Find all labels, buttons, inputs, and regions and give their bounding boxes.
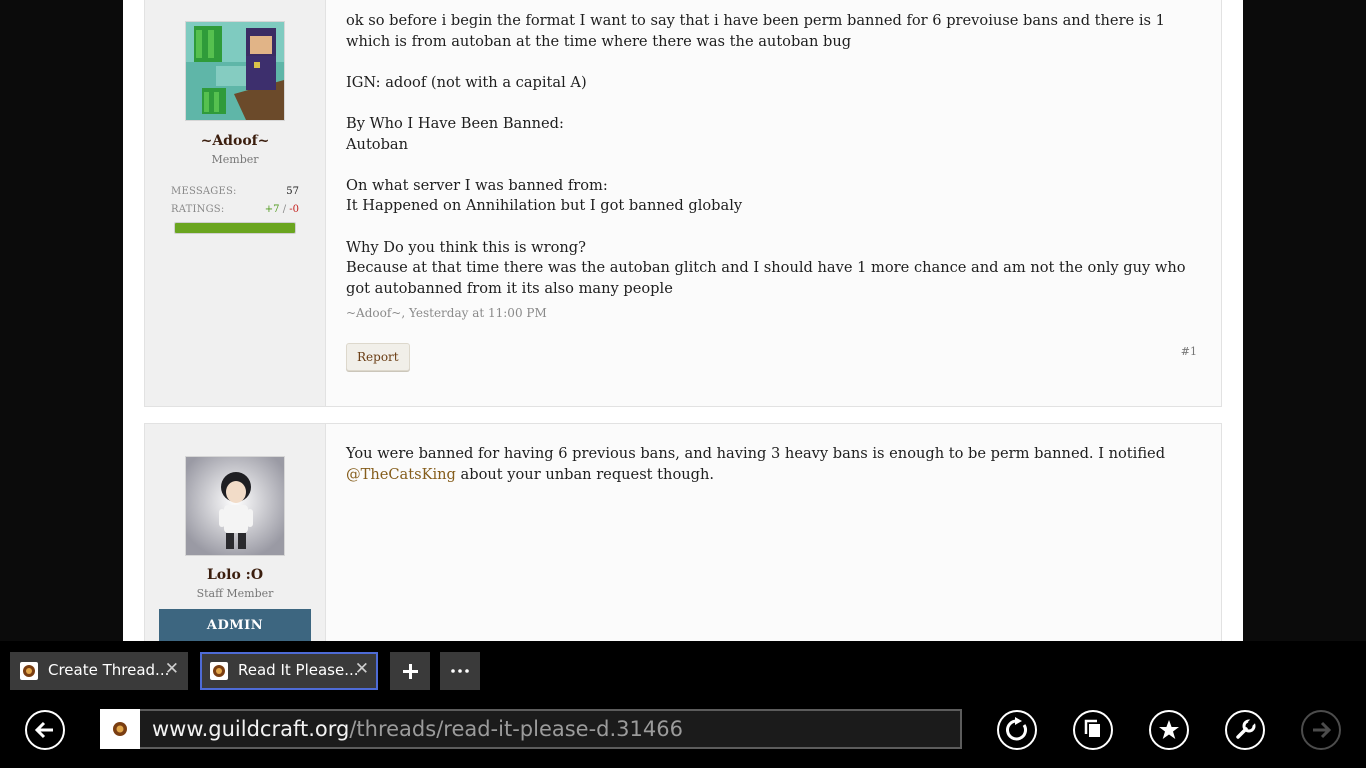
post-1-username[interactable]: ~Adoof~ xyxy=(145,133,325,149)
ratings-value: +7 / -0 xyxy=(265,204,299,215)
post-2-text-after: about your unban request though. xyxy=(455,465,715,483)
post-2-usertitle: Staff Member xyxy=(196,587,274,600)
post-1-line-reason-label: Why Do you think this is wrong? xyxy=(346,238,586,256)
more-tabs-button[interactable] xyxy=(440,652,480,690)
post-1-line-intro: ok so before i begin the format I want t… xyxy=(346,12,1165,50)
site-favicon-icon xyxy=(20,662,38,680)
back-button[interactable] xyxy=(25,710,65,750)
forward-button[interactable] xyxy=(1301,710,1341,750)
avatar-lolo[interactable] xyxy=(185,456,285,556)
tab-title: Read It Please... xyxy=(238,661,359,679)
post-1-line-banned-by: Autoban xyxy=(346,135,409,153)
ratings-negative: -0 xyxy=(289,204,299,215)
refresh-icon xyxy=(1006,717,1027,741)
admin-banner: ADMIN xyxy=(159,609,311,641)
ratings-label: RATINGS: xyxy=(171,204,225,215)
favorite-icon xyxy=(1159,720,1179,739)
avatar-adoof[interactable] xyxy=(185,21,285,121)
rating-bar-fill xyxy=(175,223,295,233)
rating-bar xyxy=(174,222,296,234)
ratings-separator: / xyxy=(279,204,290,215)
tab-create-thread[interactable]: Create Thread... ✕ xyxy=(10,652,188,690)
ellipsis-icon xyxy=(451,669,469,673)
post-2-username[interactable]: Lolo :O xyxy=(145,567,325,583)
address-bar[interactable]: www.guildcraft.org/threads/read-it-pleas… xyxy=(100,709,962,749)
post-2-text-before: You were banned for having 6 previous ba… xyxy=(346,445,1166,462)
browser-chrome: Create Thread... ✕ Read It Please... ✕ w… xyxy=(0,641,1366,768)
ratings-positive: +7 xyxy=(264,204,280,215)
tab-title: Create Thread... xyxy=(48,661,170,679)
post-1: ~Adoof~ Member MESSAGES: 57 RATINGS: +7 … xyxy=(144,0,1222,407)
tools-button[interactable] xyxy=(1225,710,1265,750)
plus-icon xyxy=(403,664,418,679)
post-1-line-banned-by-label: By Who I Have Been Banned: xyxy=(346,114,564,132)
post-1-meta[interactable]: ~Adoof~, Yesterday at 11:00 PM xyxy=(346,306,547,320)
post-1-usertitle: Member xyxy=(211,153,259,166)
new-tab-button[interactable] xyxy=(390,652,430,690)
post-1-line-server-label: On what server I was banned from: xyxy=(346,176,608,194)
post-1-userinfo: ~Adoof~ Member MESSAGES: 57 RATINGS: +7 … xyxy=(145,0,326,406)
post-2-userinfo: Lolo :O Staff Member ADMIN xyxy=(145,424,326,641)
post-1-line-server: It Happened on Annihilation but I got ba… xyxy=(346,197,743,215)
favorites-button[interactable] xyxy=(1149,710,1189,750)
report-button[interactable]: Report xyxy=(346,343,410,371)
tools-icon xyxy=(1236,717,1257,739)
tab-read-it-please[interactable]: Read It Please... ✕ xyxy=(200,652,378,690)
tabs-button[interactable] xyxy=(1073,710,1113,750)
messages-label: MESSAGES: xyxy=(171,186,237,197)
site-favicon-icon xyxy=(210,662,228,680)
post-2: Lolo :O Staff Member ADMIN You were bann… xyxy=(144,423,1222,641)
url-domain: www.guildcraft.org xyxy=(152,717,350,741)
post-1-line-ign: IGN: adoof (not with a capital A) xyxy=(346,73,587,91)
post-1-message: ok so before i begin the format I want t… xyxy=(346,11,1201,299)
refresh-button[interactable] xyxy=(997,710,1037,750)
forum-page: ~Adoof~ Member MESSAGES: 57 RATINGS: +7 … xyxy=(123,0,1243,641)
site-icon xyxy=(100,709,140,749)
post-number[interactable]: #1 xyxy=(1181,345,1197,358)
url-path: /threads/read-it-please-d.31466 xyxy=(349,717,683,741)
mention-link[interactable]: @TheCatsKing xyxy=(346,466,456,483)
close-icon[interactable]: ✕ xyxy=(355,659,369,679)
url-text[interactable]: www.guildcraft.org/threads/read-it-pleas… xyxy=(152,717,683,741)
messages-count: 57 xyxy=(286,186,299,197)
close-icon[interactable]: ✕ xyxy=(165,659,179,679)
post-1-line-reason: Because at that time there was the autob… xyxy=(346,259,1186,297)
post-2-message: You were banned for having 6 previous ba… xyxy=(346,444,1201,485)
forward-icon xyxy=(1313,721,1332,739)
tabs-icon xyxy=(1084,719,1100,737)
back-icon xyxy=(34,721,53,739)
